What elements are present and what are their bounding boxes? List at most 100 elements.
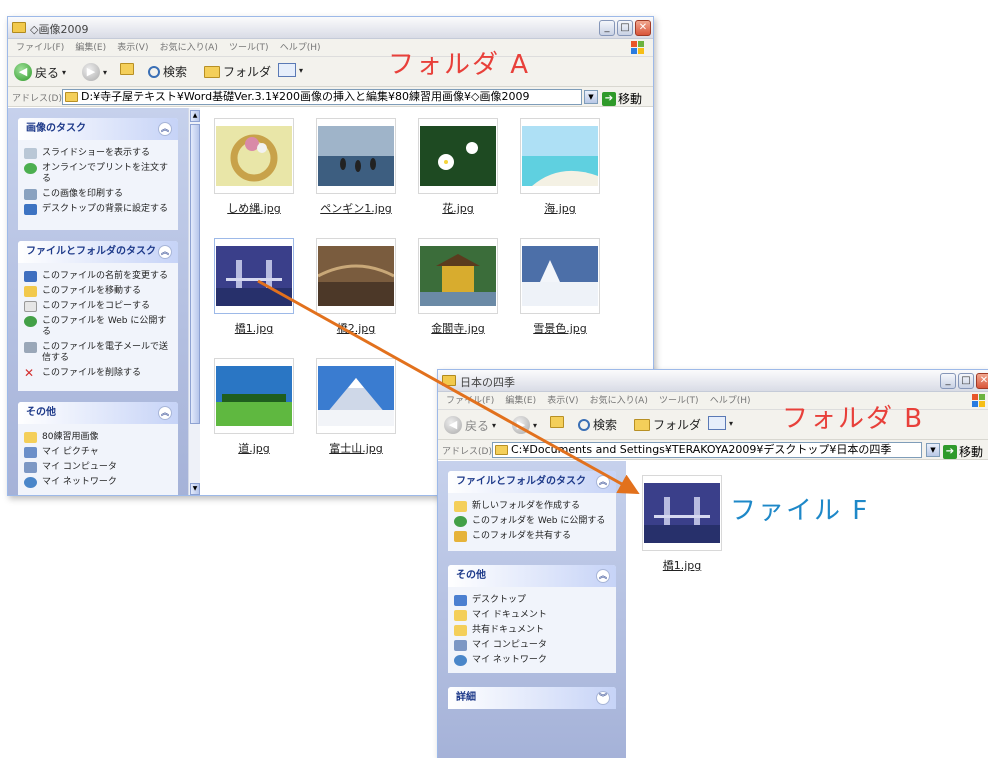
scroll-down-button[interactable]: ▼ [190, 483, 200, 495]
collapse-icon[interactable]: ︽ [596, 569, 610, 583]
task-order-prints[interactable]: オンラインでプリントを注文する [18, 161, 178, 187]
address-dropdown[interactable]: ▼ [584, 90, 598, 104]
file-thumbnail[interactable]: 道.jpg [210, 358, 298, 456]
share-folder-icon [454, 531, 467, 542]
go-button[interactable]: ➔ 移動 [602, 90, 642, 107]
menu-favorites[interactable]: お気に入り(A) [590, 392, 648, 410]
panel-header[interactable]: ファイルとフォルダのタスク ︽ [18, 241, 178, 263]
panel-header[interactable]: ファイルとフォルダのタスク ︽ [448, 471, 616, 493]
task-share-folder[interactable]: このフォルダを共有する [448, 529, 616, 544]
file-thumbnail[interactable]: 金閣寺.jpg [414, 238, 502, 336]
title-bar[interactable]: ◇画像2009 _ □ ✕ [8, 17, 653, 39]
folders-button[interactable]: フォルダ [634, 416, 701, 433]
file-thumbnail[interactable]: 海.jpg [516, 118, 604, 216]
collapse-icon[interactable]: ︽ [158, 406, 172, 420]
folders-button[interactable]: フォルダ [204, 63, 271, 80]
task-copy[interactable]: このファイルをコピーする [18, 299, 178, 314]
panel-header[interactable]: その他 ︽ [448, 565, 616, 587]
scroll-up-button[interactable]: ▲ [190, 110, 200, 122]
back-label: 戻る [35, 65, 60, 80]
maximize-button[interactable]: □ [958, 373, 974, 389]
place-shared-documents[interactable]: 共有ドキュメント [448, 623, 616, 638]
close-button[interactable]: ✕ [635, 20, 651, 36]
minimize-button[interactable]: _ [599, 20, 615, 36]
views-button[interactable]: ▾ [708, 416, 733, 430]
go-arrow-icon: ➔ [602, 91, 616, 106]
up-folder-button[interactable] [550, 416, 564, 428]
other-places-panel: その他 ︽ 80練習用画像 マイ ピクチャ マイ コンピュータ マイ ネットワーク [18, 402, 178, 495]
views-button[interactable]: ▾ [278, 63, 303, 77]
menu-view[interactable]: 表示(V) [117, 39, 148, 57]
panel-header[interactable]: 詳細 ︾ [448, 687, 616, 709]
menu-help[interactable]: ヘルプ(H) [710, 392, 751, 410]
menu-help[interactable]: ヘルプ(H) [280, 39, 321, 57]
menu-file[interactable]: ファイル(F) [16, 39, 64, 57]
collapse-icon[interactable]: ︽ [158, 122, 172, 136]
windows-logo-icon [631, 41, 644, 54]
place-my-computer[interactable]: マイ コンピュータ [18, 460, 178, 475]
menu-tools[interactable]: ツール(T) [229, 39, 269, 57]
place-my-network[interactable]: マイ ネットワーク [448, 653, 616, 668]
collapse-icon[interactable]: ︽ [596, 475, 610, 489]
file-thumbnail[interactable]: しめ縄.jpg [210, 118, 298, 216]
address-input[interactable]: C:¥Documents and Settings¥TERAKOYA2009¥デ… [492, 442, 922, 458]
windows-logo-icon [972, 394, 985, 407]
forward-button[interactable]: ▶ ▾ [512, 416, 537, 434]
menu-view[interactable]: 表示(V) [547, 392, 578, 410]
task-email[interactable]: このファイルを電子メールで送信する [18, 340, 178, 366]
title-bar[interactable]: 日本の四季 _ □ ✕ [438, 370, 988, 392]
panel-header[interactable]: 画像のタスク ︽ [18, 118, 178, 140]
place-practice-images[interactable]: 80練習用画像 [18, 430, 178, 445]
image-thumbnail-sea [522, 126, 598, 186]
expand-icon[interactable]: ︾ [596, 691, 610, 705]
task-publish-web[interactable]: このファイルを Web に公開する [18, 314, 178, 340]
menu-edit[interactable]: 編集(E) [75, 39, 106, 57]
back-arrow-icon: ◀ [444, 416, 462, 434]
task-move[interactable]: このファイルを移動する [18, 284, 178, 299]
place-my-network[interactable]: マイ ネットワーク [18, 475, 178, 490]
task-set-wallpaper[interactable]: デスクトップの背景に設定する [18, 202, 178, 217]
forward-button[interactable]: ▶ ▾ [82, 63, 107, 81]
maximize-button[interactable]: □ [617, 20, 633, 36]
file-thumbnail-selected[interactable]: 橋1.jpg [210, 238, 298, 336]
file-thumbnail[interactable]: 花.jpg [414, 118, 502, 216]
file-name: 花.jpg [442, 202, 474, 215]
search-button[interactable]: 検索 [148, 63, 187, 80]
task-new-folder[interactable]: 新しいフォルダを作成する [448, 499, 616, 514]
menu-tools[interactable]: ツール(T) [659, 392, 699, 410]
file-thumbnail[interactable]: 富士山.jpg [312, 358, 400, 456]
place-desktop[interactable]: デスクトップ [448, 593, 616, 608]
task-publish-web[interactable]: このフォルダを Web に公開する [448, 514, 616, 529]
task-delete[interactable]: ✕ このファイルを削除する [18, 366, 178, 381]
task-pane-scrollbar[interactable]: ▲ ▼ [188, 108, 200, 495]
file-name: 橋2.jpg [336, 322, 376, 335]
menu-favorites[interactable]: お気に入り(A) [160, 39, 218, 57]
place-my-pictures[interactable]: マイ ピクチャ [18, 445, 178, 460]
menu-edit[interactable]: 編集(E) [505, 392, 536, 410]
address-dropdown[interactable]: ▼ [926, 443, 940, 457]
go-button[interactable]: ➔ 移動 [943, 443, 983, 460]
up-folder-button[interactable] [120, 63, 134, 75]
file-thumbnail[interactable]: ペンギン1.jpg [312, 118, 400, 216]
minimize-button[interactable]: _ [940, 373, 956, 389]
image-thumbnail-snow [522, 246, 598, 306]
menu-file[interactable]: ファイル(F) [446, 392, 494, 410]
scroll-thumb[interactable] [190, 124, 200, 424]
place-my-computer[interactable]: マイ コンピュータ [448, 638, 616, 653]
file-thumbnail[interactable]: 橋2.jpg [312, 238, 400, 336]
search-button[interactable]: 検索 [578, 416, 617, 433]
place-my-documents[interactable]: マイ ドキュメント [448, 608, 616, 623]
panel-header[interactable]: その他 ︽ [18, 402, 178, 424]
task-slideshow[interactable]: スライドショーを表示する [18, 146, 178, 161]
file-thumbnail[interactable]: 雪景色.jpg [516, 238, 604, 336]
task-rename[interactable]: このファイルの名前を変更する [18, 269, 178, 284]
back-arrow-icon: ◀ [14, 63, 32, 81]
collapse-icon[interactable]: ︽ [158, 245, 172, 259]
close-button[interactable]: ✕ [976, 373, 988, 389]
task-print[interactable]: この画像を印刷する [18, 187, 178, 202]
address-input[interactable]: D:¥寺子屋テキスト¥Word基礎Ver.3.1¥200画像の挿入と編集¥80練… [62, 89, 582, 105]
file-thumbnail[interactable]: 橋1.jpg [638, 475, 726, 573]
back-button[interactable]: ◀ 戻る ▾ [14, 63, 66, 81]
back-button[interactable]: ◀ 戻る ▾ [444, 416, 496, 434]
file-name: しめ縄.jpg [227, 202, 281, 215]
